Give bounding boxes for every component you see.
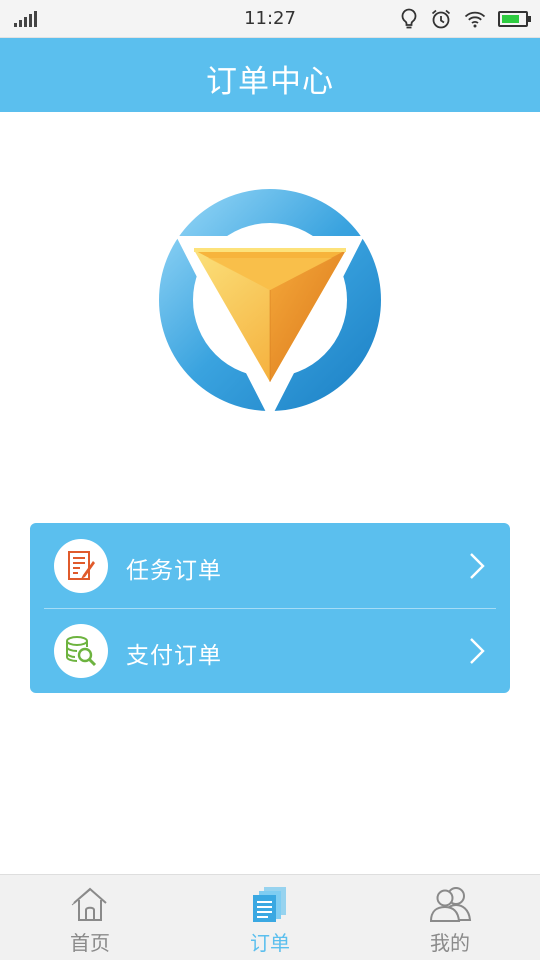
screen: 11:27 订单中心 任务订单 支付订单 首页 订单 我的 <box>0 0 540 960</box>
task-document-icon <box>68 551 95 580</box>
home-icon <box>71 887 107 921</box>
menu-item-label: 支付订单 <box>126 643 222 669</box>
wifi-icon <box>464 11 486 28</box>
bottom-tab-bar: 首页 订单 我的 <box>0 874 540 960</box>
status-bar: 11:27 <box>0 0 540 38</box>
menu-item-task-orders[interactable]: 任务订单 <box>30 523 510 608</box>
menu-icon-container <box>54 624 108 678</box>
database-search-icon <box>66 636 97 667</box>
battery-level <box>502 15 519 23</box>
chevron-right-icon <box>470 553 485 579</box>
menu-item-payment-orders[interactable]: 支付订单 <box>30 608 510 693</box>
alarm-icon <box>431 9 451 29</box>
tab-mine[interactable]: 我的 <box>360 875 540 960</box>
app-logo <box>150 180 390 420</box>
tab-label: 我的 <box>430 931 470 955</box>
battery-icon <box>498 11 531 27</box>
lightbulb-icon <box>401 8 417 29</box>
tab-label: 首页 <box>70 931 110 955</box>
users-icon <box>430 887 472 922</box>
header: 订单中心 <box>0 38 540 112</box>
order-menu: 任务订单 支付订单 <box>30 523 510 693</box>
chevron-right-icon <box>470 638 485 664</box>
status-icons <box>400 8 531 30</box>
tab-label: 订单 <box>250 931 290 955</box>
tab-orders[interactable]: 订单 <box>180 875 360 960</box>
menu-item-label: 任务订单 <box>126 558 222 584</box>
menu-icon-container <box>54 539 108 593</box>
page-title: 订单中心 <box>206 64 334 100</box>
orders-icon <box>253 887 286 922</box>
tab-home[interactable]: 首页 <box>0 875 180 960</box>
